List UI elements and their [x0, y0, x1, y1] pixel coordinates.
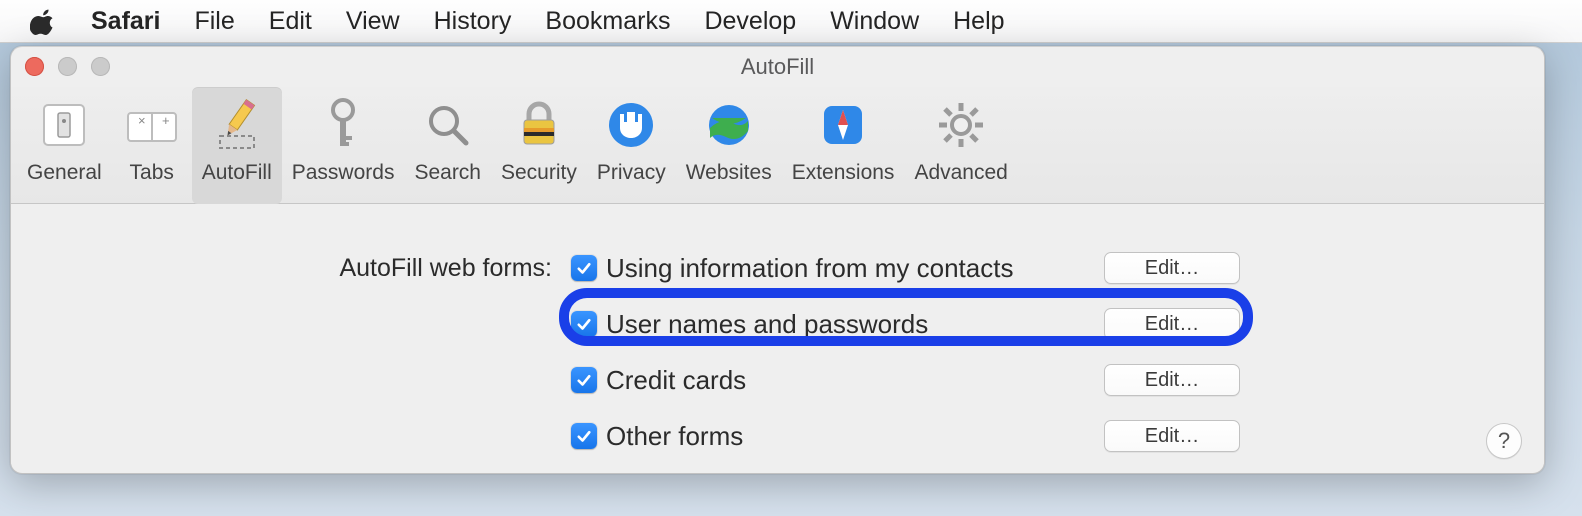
magnifier-icon: [418, 87, 478, 163]
toolbar-tab-autofill[interactable]: AutoFill: [192, 87, 282, 204]
menu-help[interactable]: Help: [953, 7, 1004, 36]
menu-develop[interactable]: Develop: [704, 7, 796, 36]
toolbar-tab-websites-label: Websites: [686, 161, 772, 185]
toolbar-tab-extensions[interactable]: Extensions: [782, 87, 905, 204]
traffic-lights: [25, 57, 110, 76]
close-window-button[interactable]: [25, 57, 44, 76]
apple-menu-icon[interactable]: [30, 8, 57, 35]
option-row-contacts: AutoFill web forms: Using information fr…: [11, 240, 1544, 296]
option-label-creditcards: Credit cards: [604, 365, 1064, 396]
option-label-otherforms: Other forms: [604, 421, 1064, 452]
toolbar-tab-passwords-label: Passwords: [292, 161, 395, 185]
section-label: AutoFill web forms:: [11, 254, 564, 283]
toolbar-tab-advanced-label: Advanced: [914, 161, 1007, 185]
privacy-hand-icon: [601, 87, 661, 163]
help-button[interactable]: ?: [1486, 423, 1522, 459]
option-label-contacts: Using information from my contacts: [604, 253, 1064, 284]
option-row-otherforms: Other forms Edit…: [11, 408, 1544, 464]
preferences-window: AutoFill General × +: [10, 46, 1545, 474]
menu-bookmarks[interactable]: Bookmarks: [545, 7, 670, 36]
toolbar-tab-search[interactable]: Search: [404, 87, 491, 204]
toolbar-tab-websites[interactable]: Websites: [676, 87, 782, 204]
minimize-window-button[interactable]: [58, 57, 77, 76]
tabs-icon: × +: [122, 87, 182, 163]
globe-icon: [699, 87, 759, 163]
checkbox-contacts[interactable]: [571, 255, 597, 281]
toolbar-tab-passwords[interactable]: Passwords: [282, 87, 405, 204]
window-titlebar: AutoFill: [11, 47, 1544, 87]
checkbox-otherforms[interactable]: [571, 423, 597, 449]
autofill-settings-pane: AutoFill web forms: Using information fr…: [11, 204, 1544, 464]
toolbar-tab-tabs[interactable]: × + Tabs: [112, 87, 192, 204]
menu-history[interactable]: History: [434, 7, 512, 36]
general-icon: [34, 87, 94, 163]
menu-file[interactable]: File: [194, 7, 234, 36]
zoom-window-button[interactable]: [91, 57, 110, 76]
menu-view[interactable]: View: [346, 7, 400, 36]
edit-button-passwords[interactable]: Edit…: [1104, 308, 1240, 340]
toolbar-tab-tabs-label: Tabs: [130, 161, 174, 185]
toolbar-tab-general[interactable]: General: [17, 87, 112, 204]
toolbar-tab-general-label: General: [27, 161, 102, 185]
option-row-passwords: User names and passwords Edit…: [11, 296, 1544, 352]
edit-button-creditcards[interactable]: Edit…: [1104, 364, 1240, 396]
key-icon: [313, 87, 373, 163]
extensions-compass-icon: [813, 87, 873, 163]
menu-edit[interactable]: Edit: [269, 7, 312, 36]
gear-icon: [931, 87, 991, 163]
toolbar-tab-autofill-label: AutoFill: [202, 161, 272, 185]
window-title: AutoFill: [741, 54, 814, 80]
checkbox-creditcards[interactable]: [571, 367, 597, 393]
menu-window[interactable]: Window: [830, 7, 919, 36]
lock-icon: [509, 87, 569, 163]
toolbar-tab-security-label: Security: [501, 161, 577, 185]
svg-text:+: +: [162, 113, 170, 128]
option-row-creditcards: Credit cards Edit…: [11, 352, 1544, 408]
svg-text:×: ×: [138, 113, 146, 128]
preferences-toolbar: General × + Tabs: [11, 87, 1544, 204]
checkbox-passwords[interactable]: [571, 311, 597, 337]
system-menubar: Safari File Edit View History Bookmarks …: [0, 0, 1582, 43]
edit-button-contacts[interactable]: Edit…: [1104, 252, 1240, 284]
toolbar-tab-security[interactable]: Security: [491, 87, 587, 204]
toolbar-tab-extensions-label: Extensions: [792, 161, 895, 185]
edit-button-otherforms[interactable]: Edit…: [1104, 420, 1240, 452]
option-label-passwords: User names and passwords: [604, 309, 1064, 340]
toolbar-tab-advanced[interactable]: Advanced: [904, 87, 1017, 204]
toolbar-tab-search-label: Search: [414, 161, 481, 185]
menubar-app-name[interactable]: Safari: [91, 7, 160, 36]
toolbar-tab-privacy[interactable]: Privacy: [587, 87, 676, 204]
toolbar-tab-privacy-label: Privacy: [597, 161, 666, 185]
autofill-pencil-icon: [207, 87, 267, 163]
